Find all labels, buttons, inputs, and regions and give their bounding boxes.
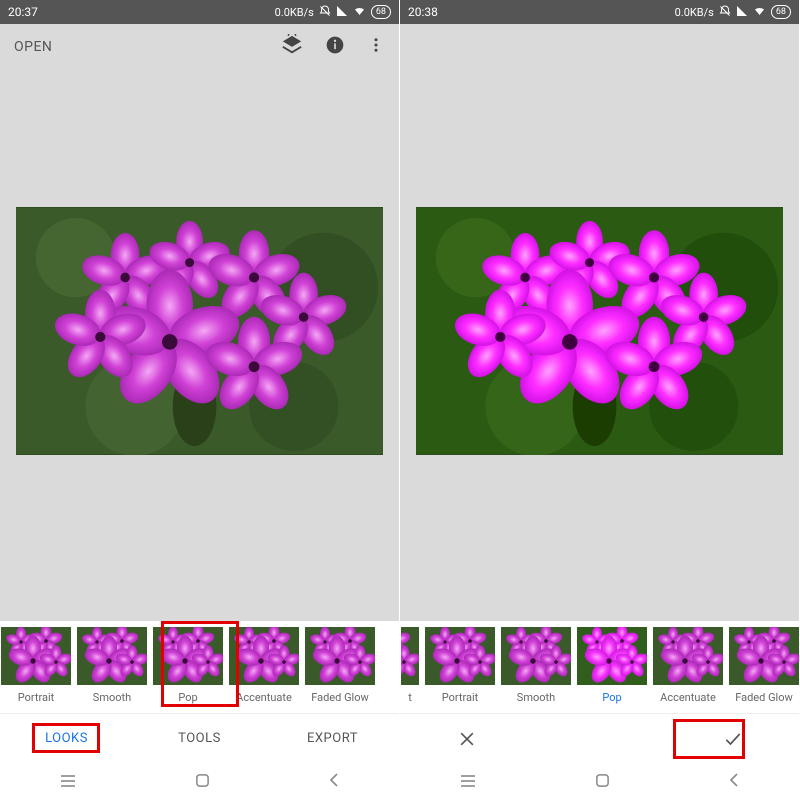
nav-back-icon[interactable] [328, 772, 340, 792]
main-image[interactable] [16, 207, 383, 455]
status-time: 20:38 [408, 5, 438, 19]
looks-thumbnails: Portrait Smooth Pop Accentuate Faded Glo… [0, 621, 399, 713]
wifi-icon [753, 5, 766, 20]
bottom-actions [400, 713, 799, 763]
thumb-smooth[interactable]: Smooth [500, 621, 572, 713]
signal-icon [736, 5, 748, 20]
bottom-tabs: LOOKS TOOLS EXPORT [0, 713, 399, 763]
battery-icon: 68 [771, 5, 791, 19]
nav-home-icon[interactable] [195, 773, 210, 792]
thumb-faded-glow[interactable]: Faded Glow [304, 621, 376, 713]
thumb-partial[interactable]: t [400, 621, 420, 713]
thumb-pop[interactable]: Pop [152, 621, 224, 713]
main-image[interactable] [416, 207, 783, 455]
thumb-accentuate[interactable]: Accentuate [228, 621, 300, 713]
nav-back-icon[interactable] [728, 772, 740, 792]
dnd-icon [719, 5, 731, 20]
nav-bar [400, 763, 799, 801]
tab-export[interactable]: EXPORT [266, 731, 399, 746]
status-net: 0.0KB/s [275, 6, 314, 19]
nav-bar [0, 763, 399, 801]
tab-looks[interactable]: LOOKS [0, 731, 133, 746]
thumb-faded-glow[interactable]: Faded Glow [728, 621, 799, 713]
status-net: 0.0KB/s [675, 6, 714, 19]
battery-icon: 68 [371, 5, 391, 19]
cancel-button[interactable] [437, 719, 497, 759]
info-icon[interactable] [325, 35, 345, 59]
left-screen: 20:37 0.0KB/s 68 OPEN [0, 0, 400, 801]
layers-icon[interactable] [281, 34, 303, 60]
looks-thumbnails: t Portrait Smooth Pop Accentuate Faded G… [400, 621, 799, 713]
thumb-pop[interactable]: Pop [576, 621, 648, 713]
right-screen: 20:38 0.0KB/s 68 t Portrait [400, 0, 800, 801]
nav-recents-icon[interactable] [59, 773, 77, 792]
dnd-icon [319, 5, 331, 20]
nav-recents-icon[interactable] [459, 773, 477, 792]
more-icon[interactable] [367, 35, 385, 59]
nav-home-icon[interactable] [595, 773, 610, 792]
open-button[interactable]: OPEN [14, 39, 52, 55]
thumb-accentuate[interactable]: Accentuate [652, 621, 724, 713]
wifi-icon [353, 5, 366, 20]
confirm-button[interactable] [703, 719, 763, 759]
thumb-portrait[interactable]: Portrait [0, 621, 72, 713]
status-time: 20:37 [8, 5, 38, 19]
thumb-smooth[interactable]: Smooth [76, 621, 148, 713]
thumb-portrait[interactable]: Portrait [424, 621, 496, 713]
signal-icon [336, 5, 348, 20]
top-toolbar: OPEN [0, 24, 399, 70]
status-bar: 20:37 0.0KB/s 68 [0, 0, 399, 24]
tab-tools[interactable]: TOOLS [133, 731, 266, 746]
status-bar: 20:38 0.0KB/s 68 [400, 0, 799, 24]
